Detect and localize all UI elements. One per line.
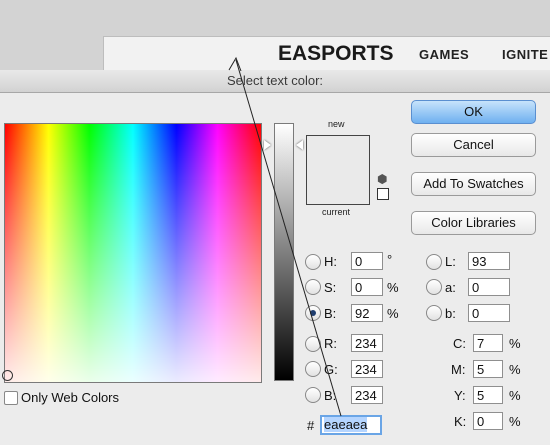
annotation-arrow (228, 56, 342, 417)
arrow-line (235, 59, 342, 417)
arrow-head (228, 56, 242, 72)
